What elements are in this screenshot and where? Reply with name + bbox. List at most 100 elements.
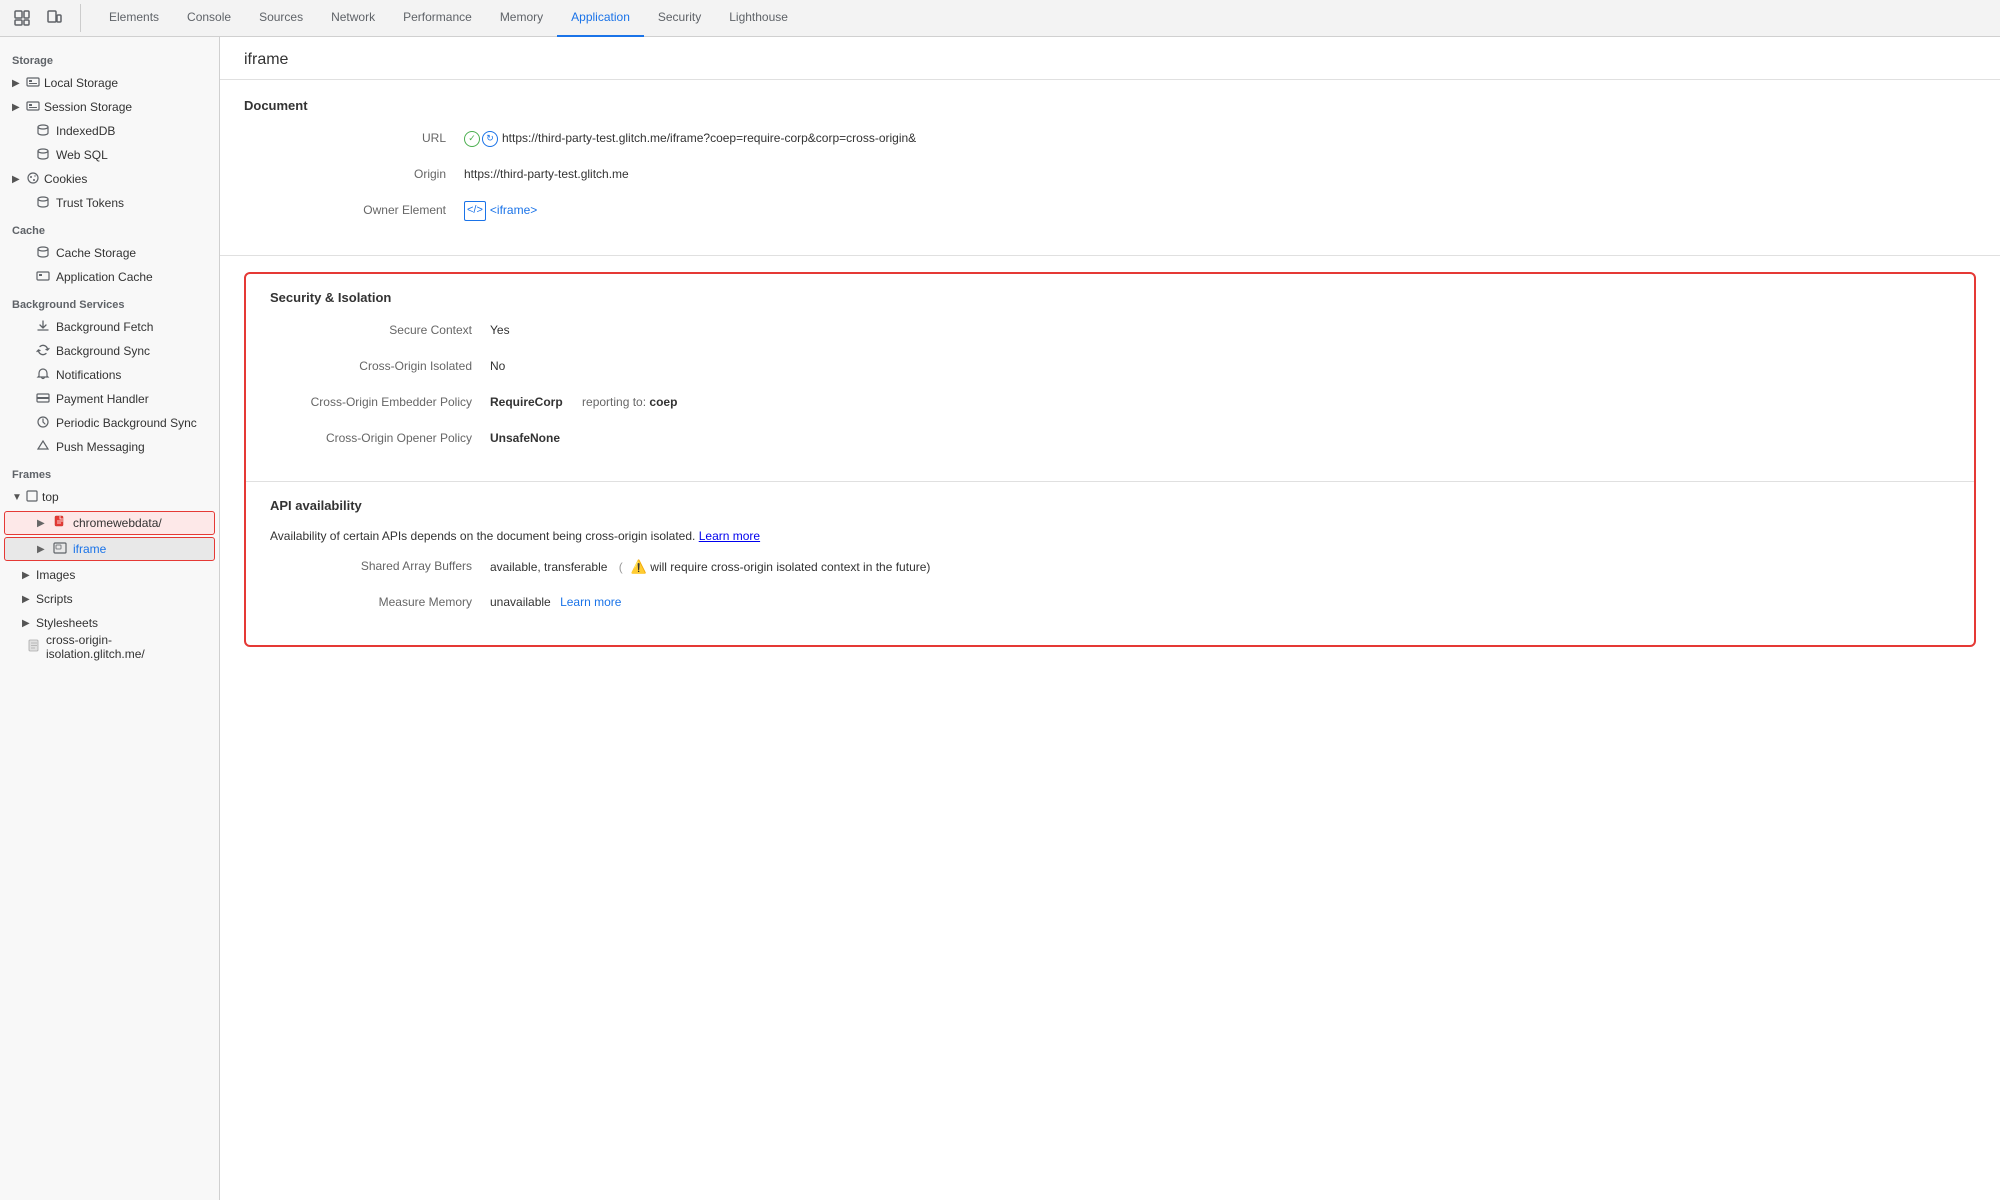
tab-sources[interactable]: Sources (245, 0, 317, 37)
session-storage-icon (26, 99, 40, 116)
periodic-bg-sync-item[interactable]: Periodic Background Sync (0, 411, 219, 435)
bg-fetch-icon (36, 319, 50, 336)
owner-link-text: <iframe> (490, 201, 537, 220)
url-field-row: URL ✓ ↻ https://third-party-test.glitch.… (244, 129, 1976, 151)
scripts-expand[interactable]: ▶ Scripts (0, 587, 219, 611)
notifications-item[interactable]: Notifications (0, 363, 219, 387)
payment-handler-icon (36, 391, 50, 408)
inspect-icon[interactable] (8, 4, 36, 32)
chromewebdata-frame-item[interactable]: ▶ chromewebdata/ (4, 511, 215, 535)
payment-handler-item[interactable]: Payment Handler (0, 387, 219, 411)
images-label: Images (36, 568, 75, 582)
secure-icon: ✓ (464, 131, 480, 147)
iframe-toggle: ▶ (37, 544, 47, 555)
images-toggle: ▶ (22, 570, 32, 581)
security-section-title: Security & Isolation (270, 290, 1950, 305)
cross-origin-isolated-row: Cross-Origin Isolated No (270, 357, 1950, 379)
coep-row: Cross-Origin Embedder Policy RequireCorp… (270, 393, 1950, 415)
devtools-body: Storage ▶ Local Storage ▶ Session Storag… (0, 37, 2000, 1200)
local-storage-toggle: ▶ (12, 78, 22, 89)
application-cache-item[interactable]: Application Cache (0, 265, 219, 289)
cross-origin-isolated-label: Cross-Origin Isolated (270, 357, 490, 376)
shared-buffers-label: Shared Array Buffers (270, 557, 490, 576)
chromewebdata-icon (53, 515, 67, 532)
stylesheets-label: Stylesheets (36, 616, 98, 630)
origin-value: https://third-party-test.glitch.me (464, 165, 1976, 184)
api-section-title: API availability (270, 498, 1950, 513)
stylesheets-expand[interactable]: ▶ Stylesheets (0, 611, 219, 635)
measure-memory-label: Measure Memory (270, 593, 490, 612)
bg-fetch-item[interactable]: Background Fetch (0, 315, 219, 339)
tab-console[interactable]: Console (173, 0, 245, 37)
crossorigin-label: cross-origin-isolation.glitch.me/ (46, 633, 207, 661)
tab-security[interactable]: Security (644, 0, 715, 37)
measure-memory-row: Measure Memory unavailable Learn more (270, 593, 1950, 615)
websql-item[interactable]: Web SQL (0, 143, 219, 167)
coep-reporting-text: reporting to: coep (582, 395, 677, 409)
scripts-label: Scripts (36, 592, 73, 606)
api-section: API availability Availability of certain… (246, 482, 1974, 645)
toolbar-icons (8, 4, 81, 32)
device-toggle-icon[interactable] (40, 4, 68, 32)
page-title: iframe (244, 51, 1976, 69)
url-label: URL (244, 129, 464, 148)
owner-value: </> <iframe> (464, 201, 1976, 221)
iframe-icon (53, 541, 67, 558)
tab-network[interactable]: Network (317, 0, 389, 37)
cookies-icon (26, 171, 40, 188)
trust-tokens-label: Trust Tokens (56, 196, 124, 210)
tab-memory[interactable]: Memory (486, 0, 557, 37)
session-storage-expand[interactable]: ▶ Session Storage (0, 95, 219, 119)
coop-value: UnsafeNone (490, 429, 1950, 448)
measure-memory-text: unavailable (490, 595, 551, 609)
measure-memory-value: unavailable Learn more (490, 593, 1950, 612)
local-storage-expand[interactable]: ▶ Local Storage (0, 71, 219, 95)
document-section: Document URL ✓ ↻ https://third-party-tes… (220, 80, 2000, 256)
bg-sync-item[interactable]: Background Sync (0, 339, 219, 363)
frames-section-label: Frames (0, 459, 219, 485)
websql-icon (36, 147, 50, 164)
tab-application[interactable]: Application (557, 0, 644, 37)
coep-value: RequireCorp reporting to: coep (490, 393, 1950, 412)
coep-reporting-endpoint: coep (649, 395, 677, 409)
crossorigin-file-icon (28, 639, 40, 655)
push-messaging-item[interactable]: Push Messaging (0, 435, 219, 459)
security-isolation-box: Security & Isolation Secure Context Yes … (244, 272, 1976, 647)
tab-elements[interactable]: Elements (95, 0, 173, 37)
bg-services-section-label: Background Services (0, 289, 219, 315)
images-expand[interactable]: ▶ Images (0, 563, 219, 587)
iframe-frame-item[interactable]: ▶ iframe (4, 537, 215, 561)
top-frame-expand[interactable]: ▼ top (0, 485, 219, 509)
coep-policy-value: RequireCorp (490, 395, 563, 409)
indexeddb-item[interactable]: IndexedDB (0, 119, 219, 143)
tab-lighthouse[interactable]: Lighthouse (715, 0, 802, 37)
secure-context-value: Yes (490, 321, 1950, 340)
session-storage-label: Session Storage (44, 100, 132, 114)
url-icons: ✓ ↻ (464, 131, 498, 147)
coep-reporting-label: reporting to: (582, 395, 646, 409)
sidebar: Storage ▶ Local Storage ▶ Session Storag… (0, 37, 220, 1200)
page-header: iframe (220, 37, 2000, 80)
cookies-expand[interactable]: ▶ Cookies (0, 167, 219, 191)
session-storage-toggle: ▶ (12, 102, 22, 113)
coep-label: Cross-Origin Embedder Policy (270, 393, 490, 412)
tab-performance[interactable]: Performance (389, 0, 486, 37)
trust-tokens-item[interactable]: Trust Tokens (0, 191, 219, 215)
api-learn-more-link[interactable]: Learn more (699, 529, 760, 543)
measure-memory-learn-link[interactable]: Learn more (560, 595, 621, 609)
origin-label: Origin (244, 165, 464, 184)
owner-link[interactable]: </> <iframe> (464, 201, 1976, 221)
cookies-label: Cookies (44, 172, 87, 186)
warning-icon: ⚠️ (631, 557, 647, 578)
crossorigin-item[interactable]: cross-origin-isolation.glitch.me/ (0, 635, 219, 659)
url-text: https://third-party-test.glitch.me/ifram… (502, 129, 916, 148)
iframe-label: iframe (73, 542, 106, 556)
tabs-bar: Elements Console Sources Network Perform… (95, 0, 802, 37)
cross-origin-isolated-value: No (490, 357, 1950, 376)
local-storage-icon (26, 75, 40, 92)
cache-storage-item[interactable]: Cache Storage (0, 241, 219, 265)
top-frame-label: top (42, 490, 59, 504)
url-value: ✓ ↻ https://third-party-test.glitch.me/i… (464, 129, 1976, 148)
main-content: iframe Document URL ✓ ↻ https://third-pa… (220, 37, 2000, 1200)
scripts-toggle: ▶ (22, 594, 32, 605)
